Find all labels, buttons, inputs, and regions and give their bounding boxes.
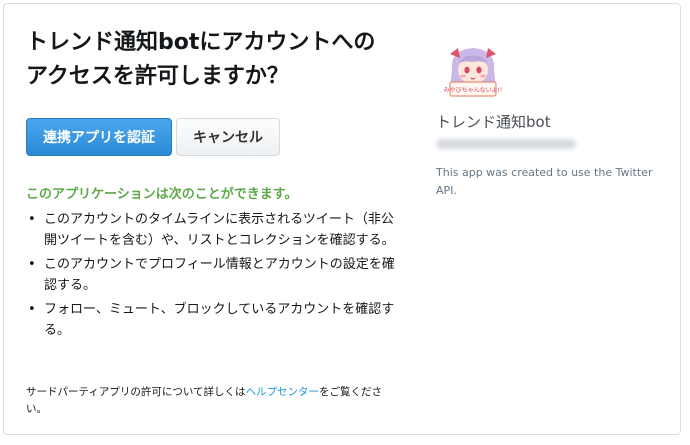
permission-item: • このアカウントのタイムラインに表示されるツイート（非公開ツイートを含む）や、…: [26, 209, 398, 251]
help-center-link[interactable]: ヘルプセンター: [246, 386, 320, 398]
app-description: This app was created to use the Twitter …: [436, 166, 653, 197]
bullet-icon: •: [28, 212, 36, 227]
permissions-heading: このアプリケーションは次のことができます。: [26, 187, 298, 202]
bullet-icon: •: [28, 302, 36, 317]
app-name: トレンド通知bot: [436, 113, 551, 131]
authorize-card: トレンド通知botにアカウントへのアクセスを許可しますか？ 連携アプリを認証 キ…: [3, 3, 681, 435]
help-footer: サードパーティアプリの許可について詳しくはヘルプセンターをご覧ください。: [26, 384, 398, 418]
bullet-icon: •: [28, 257, 36, 272]
permission-item: • このアカウントでプロフィール情報とアカウントの設定を確認する。: [26, 254, 398, 296]
footer-prefix: サードパーティアプリの許可について詳しくは: [26, 386, 246, 398]
avatar-badge-text: みやびちゃんないよ!!: [444, 86, 503, 94]
permissions-list: • このアカウントのタイムラインに表示されるツイート（非公開ツイートを含む）や、…: [26, 209, 398, 344]
authorize-app-button[interactable]: 連携アプリを認証: [26, 118, 172, 156]
character-avatar-icon: みやびちゃんないよ!!: [442, 40, 504, 102]
app-url-redacted: [436, 139, 576, 149]
page-title: トレンド通知botにアカウントへのアクセスを許可しますか？: [26, 30, 376, 89]
permission-text: このアカウントのタイムラインに表示されるツイート（非公開ツイートを含む）や、リス…: [44, 212, 395, 248]
permission-item: • フォロー、ミュート、ブロックしているアカウントを確認する。: [26, 299, 398, 341]
permission-text: このアカウントでプロフィール情報とアカウントの設定を確認する。: [44, 257, 395, 293]
cancel-button[interactable]: キャンセル: [176, 118, 280, 156]
permission-text: フォロー、ミュート、ブロックしているアカウントを確認する。: [44, 302, 395, 338]
